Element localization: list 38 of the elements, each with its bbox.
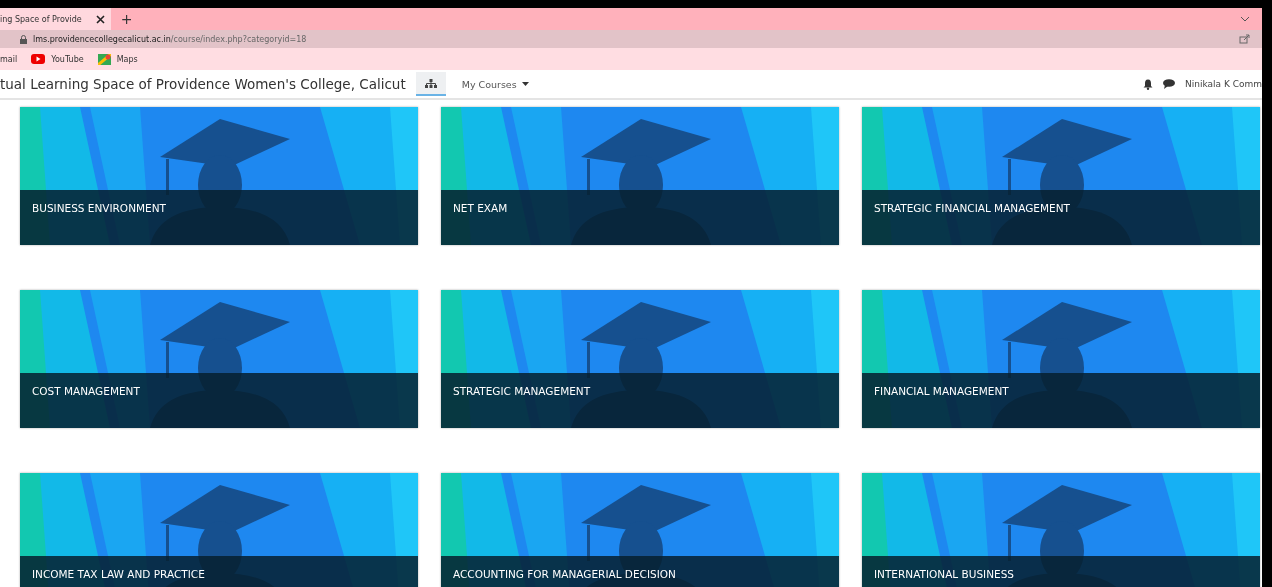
browser-tab[interactable]: ing Space of Provide: [0, 8, 111, 30]
course-title[interactable]: NET EXAM: [453, 202, 508, 214]
course-card[interactable]: INTERNATIONAL BUSINESS: [862, 473, 1260, 587]
share-icon[interactable]: [1239, 34, 1250, 44]
course-title[interactable]: BUSINESS ENVIRONMENT: [32, 202, 166, 214]
map-icon: [97, 53, 111, 65]
course-card[interactable]: STRATEGIC FINANCIAL MANAGEMENT: [862, 107, 1260, 245]
bookmark-link[interactable]: mail: [0, 54, 18, 64]
url-field[interactable]: lms.providencecollegecalicut.ac.in/course/index.php?categoryid=18: [33, 34, 307, 44]
new-tab-button[interactable]: +: [116, 11, 137, 27]
course-card[interactable]: INCOME TAX LAW AND PRACTICE: [20, 473, 418, 587]
my-courses-menu[interactable]: My Courses: [455, 77, 535, 91]
sitemap-icon: [424, 78, 437, 88]
course-card[interactable]: BUSINESS ENVIRONMENT: [20, 107, 418, 245]
course-title[interactable]: INTERNATIONAL BUSINESS: [874, 568, 1014, 580]
close-icon[interactable]: [95, 14, 105, 24]
bell-icon[interactable]: [1143, 78, 1153, 90]
course-title[interactable]: STRATEGIC FINANCIAL MANAGEMENT: [874, 202, 1070, 214]
caret-icon: [521, 82, 529, 86]
chat-icon[interactable]: [1163, 79, 1175, 89]
navigation-button[interactable]: [415, 72, 446, 96]
play-icon: [31, 54, 46, 64]
course-card[interactable]: NET EXAM: [441, 107, 839, 245]
site-name[interactable]: tual Learning Space of Providence Women's College, Calicut: [0, 76, 406, 92]
course-card[interactable]: ACCOUNTING FOR MANAGERIAL DECISION: [441, 473, 839, 587]
lock-icon: [20, 34, 27, 44]
bookmark-link[interactable]: YouTube: [31, 54, 84, 64]
course-card[interactable]: STRATEGIC MANAGEMENT: [441, 290, 839, 428]
course-title[interactable]: FINANCIAL MANAGEMENT: [874, 385, 1009, 397]
course-card[interactable]: FINANCIAL MANAGEMENT: [862, 290, 1260, 428]
chevron-down-icon[interactable]: [1240, 16, 1250, 22]
course-card[interactable]: COST MANAGEMENT: [20, 290, 418, 428]
course-title[interactable]: INCOME TAX LAW AND PRACTICE: [32, 568, 205, 580]
course-title[interactable]: STRATEGIC MANAGEMENT: [453, 385, 591, 397]
course-title[interactable]: ACCOUNTING FOR MANAGERIAL DECISION: [453, 568, 676, 580]
user-menu[interactable]: Ninikala K Comm: [1185, 79, 1262, 89]
course-title[interactable]: COST MANAGEMENT: [32, 385, 140, 397]
bookmark-link[interactable]: Maps: [97, 53, 138, 65]
